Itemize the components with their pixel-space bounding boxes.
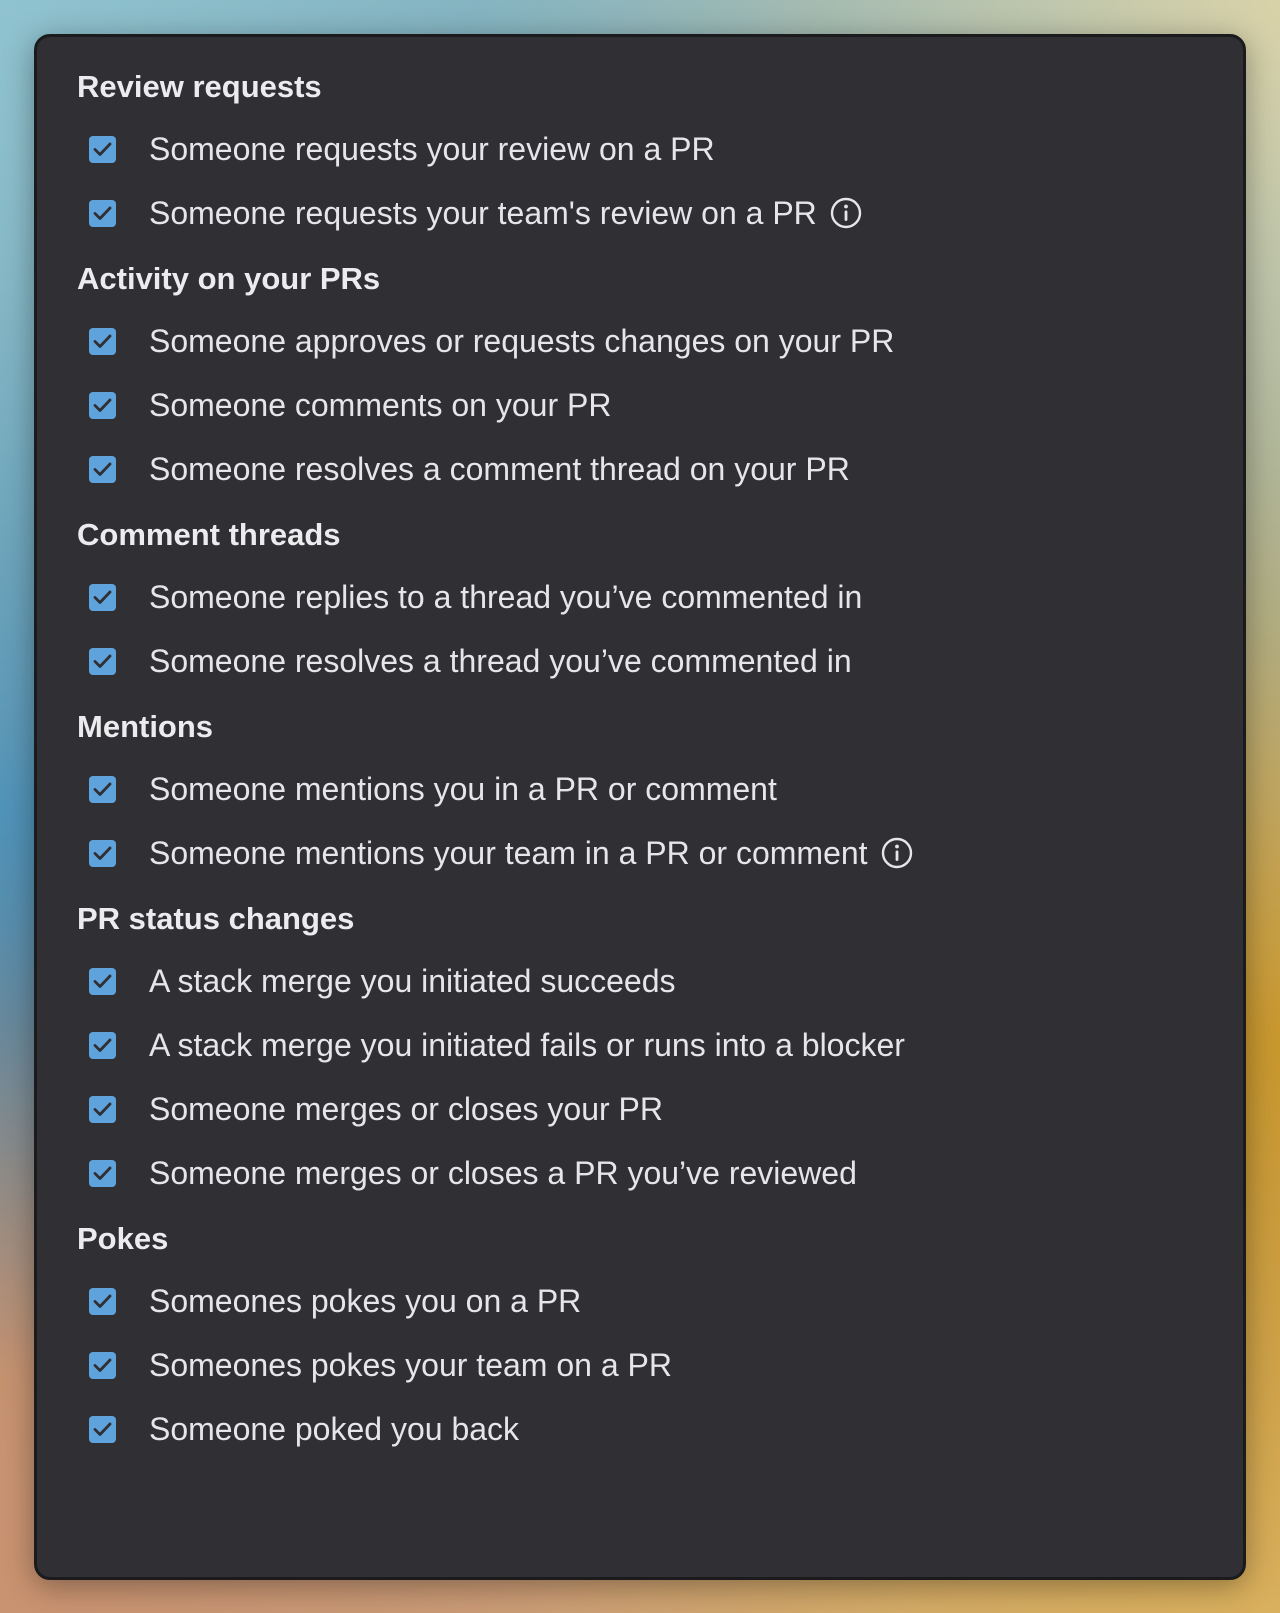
option-pokes-your-team[interactable]: Someones pokes your team on a PR: [77, 1333, 1243, 1397]
section-title: Review requests: [77, 69, 322, 104]
section-pr-status-changes: PR status changes A stack merge you init…: [77, 897, 1243, 1205]
checkbox[interactable]: [89, 1287, 116, 1315]
section-mentions: Mentions Someone mentions you in a PR or…: [77, 705, 1243, 885]
option-label: Someone approves or requests changes on …: [149, 323, 895, 359]
check-icon: [93, 398, 112, 412]
checkbox[interactable]: [89, 391, 116, 419]
checkbox[interactable]: [89, 839, 116, 867]
check-icon: [93, 1294, 112, 1308]
option-mentions-you[interactable]: Someone mentions you in a PR or comment: [77, 757, 1243, 821]
option-label: Someone mentions your team in a PR or co…: [149, 835, 868, 871]
section-title: Pokes: [77, 1221, 169, 1256]
checkbox[interactable]: [89, 327, 116, 355]
option-pokes-you[interactable]: Someones pokes you on a PR: [77, 1269, 1243, 1333]
section-comment-threads: Comment threads Someone replies to a thr…: [77, 513, 1243, 693]
section-title: Mentions: [77, 709, 214, 744]
option-label: Someone requests your review on a PR: [149, 131, 715, 167]
checkbox[interactable]: [89, 135, 116, 163]
checkbox[interactable]: [89, 1351, 116, 1379]
option-label: Someones pokes you on a PR: [149, 1283, 582, 1319]
option-label: A stack merge you initiated succeeds: [149, 963, 676, 999]
option-merges-or-closes-your-pr[interactable]: Someone merges or closes your PR: [77, 1077, 1243, 1141]
section-title: Comment threads: [77, 517, 341, 552]
check-icon: [93, 206, 112, 220]
section-title: PR status changes: [77, 901, 355, 936]
section-pokes: Pokes Someones pokes you on a PR Someone…: [77, 1217, 1243, 1461]
option-label: Someone resolves a comment thread on you…: [149, 451, 850, 487]
option-replies-to-thread[interactable]: Someone replies to a thread you’ve comme…: [77, 565, 1243, 629]
option-resolves-thread[interactable]: Someone resolves a thread you’ve comment…: [77, 629, 1243, 693]
section-title: Activity on your PRs: [77, 261, 381, 296]
checkbox[interactable]: [89, 199, 116, 227]
checkbox[interactable]: [89, 583, 116, 611]
option-label: Someone replies to a thread you’ve comme…: [149, 579, 863, 615]
option-label: Someone requests your team's review on a…: [149, 195, 817, 231]
option-stack-merge-succeeds[interactable]: A stack merge you initiated succeeds: [77, 949, 1243, 1013]
check-icon: [93, 1166, 112, 1180]
section-activity-on-your-prs: Activity on your PRs Someone approves or…: [77, 257, 1243, 501]
option-label: Someone merges or closes your PR: [149, 1091, 663, 1127]
check-icon: [93, 1102, 112, 1116]
check-icon: [93, 654, 112, 668]
option-team-review-request[interactable]: Someone requests your team's review on a…: [77, 181, 1243, 245]
option-label: Someone merges or closes a PR you’ve rev…: [149, 1155, 857, 1191]
check-icon: [93, 1038, 112, 1052]
checkbox[interactable]: [89, 1095, 116, 1123]
option-label: Someone mentions you in a PR or comment: [149, 771, 777, 807]
checkbox[interactable]: [89, 647, 116, 675]
option-stack-merge-fails[interactable]: A stack merge you initiated fails or run…: [77, 1013, 1243, 1077]
check-icon: [93, 142, 112, 156]
check-icon: [93, 462, 112, 476]
check-icon: [93, 782, 112, 796]
checkbox[interactable]: [89, 775, 116, 803]
option-mentions-your-team[interactable]: Someone mentions your team in a PR or co…: [77, 821, 1243, 885]
checkbox[interactable]: [89, 967, 116, 995]
option-label: Someone poked you back: [149, 1411, 520, 1447]
option-label: A stack merge you initiated fails or run…: [149, 1027, 905, 1063]
option-resolves-comment-thread[interactable]: Someone resolves a comment thread on you…: [77, 437, 1243, 501]
option-label: Someones pokes your team on a PR: [149, 1347, 672, 1383]
option-label: Someone resolves a thread you’ve comment…: [149, 643, 852, 679]
checkbox[interactable]: [89, 1031, 116, 1059]
info-icon[interactable]: [880, 836, 914, 870]
check-icon: [93, 1358, 112, 1372]
option-comments-on-your-pr[interactable]: Someone comments on your PR: [77, 373, 1243, 437]
check-icon: [93, 846, 112, 860]
check-icon: [93, 974, 112, 988]
checkbox[interactable]: [89, 1159, 116, 1187]
info-icon[interactable]: [829, 196, 863, 230]
checkbox[interactable]: [89, 455, 116, 483]
check-icon: [93, 1422, 112, 1436]
check-icon: [93, 590, 112, 604]
option-approves-or-requests-changes[interactable]: Someone approves or requests changes on …: [77, 309, 1243, 373]
check-icon: [93, 334, 112, 348]
option-merges-or-closes-reviewed-pr[interactable]: Someone merges or closes a PR you’ve rev…: [77, 1141, 1243, 1205]
section-review-requests: Review requests Someone requests your re…: [77, 65, 1243, 245]
option-label: Someone comments on your PR: [149, 387, 612, 423]
checkbox[interactable]: [89, 1415, 116, 1443]
option-poked-you-back[interactable]: Someone poked you back: [77, 1397, 1243, 1461]
notification-settings-panel: Review requests Someone requests your re…: [34, 34, 1246, 1580]
option-review-request[interactable]: Someone requests your review on a PR: [77, 117, 1243, 181]
